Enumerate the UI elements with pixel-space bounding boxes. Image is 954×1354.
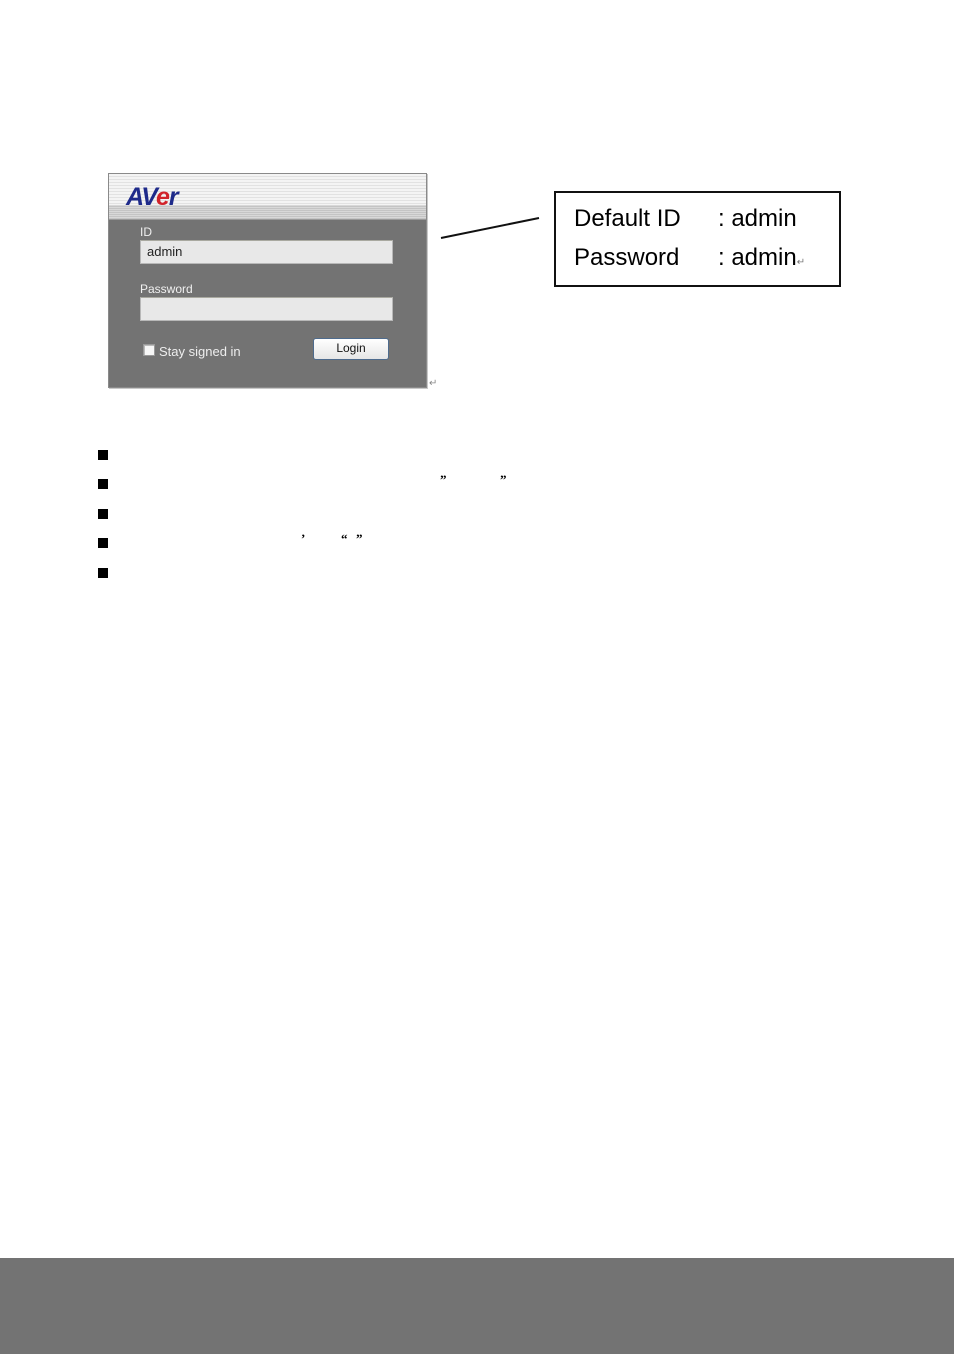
callout-key: Default ID [574,205,681,232]
list-bullet [98,479,108,489]
callout-key: Password [574,244,680,271]
connector-line [440,217,540,239]
callout-row-default-id: Default ID : admin [574,205,797,233]
page-footer-bar [0,1258,954,1354]
list-bullet [98,509,108,519]
aver-logo: AVer [126,183,179,211]
paragraph-return-mark: ↵ [796,257,806,268]
list-bullet [98,538,108,548]
stray-quote: ” [500,472,507,487]
default-credentials-callout: Default ID: admin Password: admin↵ [554,191,841,287]
stray-quote: “ [341,531,348,546]
stray-quote: ” [440,472,447,487]
callout-row-password: Password : admin↵ [574,244,805,272]
stray-quote: ’ [301,531,306,546]
list-bullet [98,450,108,460]
callout-value: : admin [718,244,797,271]
stray-quote: ” [356,531,363,546]
list-bullet [98,568,108,578]
callout-value: : admin [718,205,797,232]
